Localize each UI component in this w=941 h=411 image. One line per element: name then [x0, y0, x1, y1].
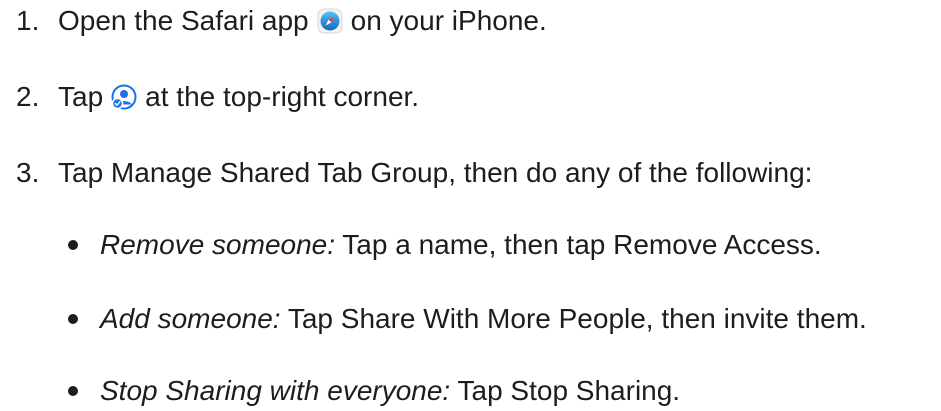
bullet-heading: Add someone:: [100, 303, 281, 334]
bullet-text: Tap Share With More People, then invite …: [280, 303, 867, 334]
step-2: 2. Tap at the top-right corner.: [16, 80, 419, 114]
step-text-after: on your iPhone.: [350, 5, 547, 36]
bullet-heading: Remove someone:: [100, 229, 336, 260]
instructions-document: 1. Open the Safari app on your iPhone. 2…: [0, 0, 941, 411]
step-number: 1.: [16, 5, 40, 36]
safari-icon: [317, 8, 343, 34]
bullet-add-someone: Add someone: Tap Share With More People,…: [68, 302, 867, 336]
step-text: Tap: [58, 81, 104, 112]
bullet-dot: [68, 314, 78, 324]
bullet-heading: Stop Sharing with everyone:: [100, 375, 451, 406]
shared-tab-group-people-icon: [111, 84, 137, 110]
step-text-after: at the top-right corner.: [145, 81, 420, 112]
bullet-remove-someone: Remove someone: Tap a name, then tap Rem…: [68, 228, 822, 262]
step-3: 3. Tap Manage Shared Tab Group, then do …: [16, 156, 812, 190]
step-text: Open the Safari app: [58, 5, 309, 36]
step-number: 3.: [16, 157, 40, 188]
bullet-stop-sharing: Stop Sharing with everyone: Tap Stop Sha…: [68, 374, 680, 408]
step-number: 2.: [16, 81, 40, 112]
step-text: Tap Manage Shared Tab Group, then do any…: [58, 157, 813, 188]
bullet-text: Tap Stop Sharing.: [450, 375, 681, 406]
bullet-dot: [68, 240, 78, 250]
bullet-dot: [68, 386, 78, 396]
step-1: 1. Open the Safari app on your iPhone.: [16, 4, 547, 38]
bullet-text: Tap a name, then tap Remove Access.: [335, 229, 822, 260]
